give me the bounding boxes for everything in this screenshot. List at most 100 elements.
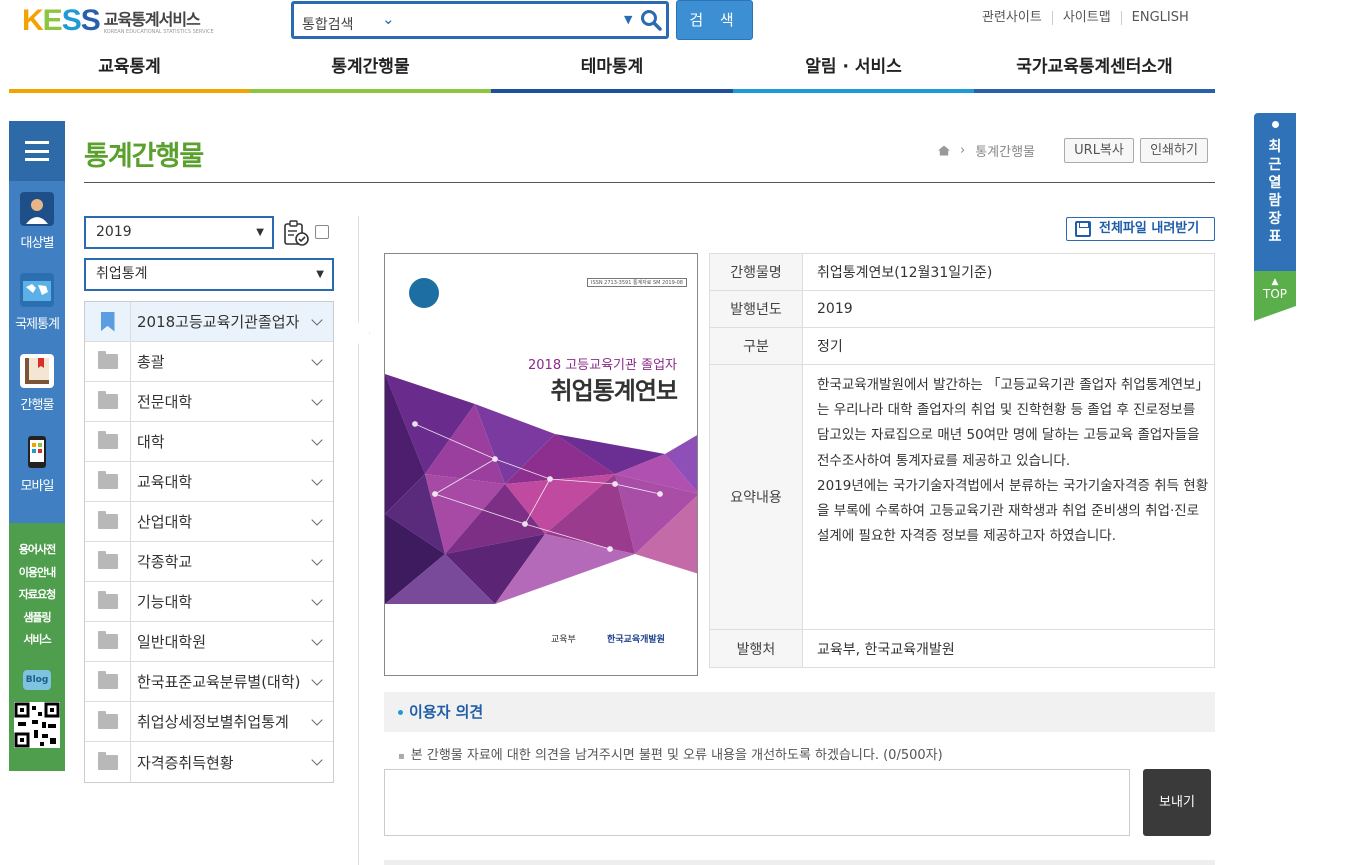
quick-item-target[interactable]: 대상별: [9, 181, 65, 262]
nav-label: 알림 · 서비스: [805, 57, 902, 77]
tree-item[interactable]: 기능대학: [85, 581, 333, 622]
bottom-strip: [384, 860, 1215, 865]
top-label: TOP: [1262, 287, 1287, 301]
info-value: 정기: [817, 339, 843, 355]
quick-link-request[interactable]: 자료요청: [9, 584, 65, 607]
chevron-down-icon[interactable]: [311, 594, 323, 606]
quick-item-publications[interactable]: 간행물: [9, 343, 65, 424]
quick-link-sampling[interactable]: 샘플링: [9, 607, 65, 630]
search-box[interactable]: 통합검색 ⌄ ▼: [291, 1, 669, 39]
search-icon[interactable]: [639, 8, 663, 32]
tree-item[interactable]: 2018고등교육기관졸업자: [85, 301, 333, 342]
tree-item[interactable]: 각종학교: [85, 541, 333, 582]
hamburger-icon: [25, 141, 49, 161]
top-button[interactable]: ▲ TOP: [1254, 271, 1296, 321]
search-scope-select[interactable]: 통합검색: [302, 14, 354, 34]
chevron-down-icon[interactable]: [311, 434, 323, 446]
tree-item[interactable]: 취업상세정보별취업통계: [85, 701, 333, 742]
tree-label: 총괄: [137, 353, 165, 371]
info-key: 구분: [710, 328, 803, 364]
world-map-icon: [20, 273, 54, 307]
info-row: 발행처 교육부, 한국교육개발원: [710, 630, 1214, 667]
chevron-down-icon[interactable]: [311, 354, 323, 366]
chevron-down-icon[interactable]: [311, 314, 323, 326]
folder-icon: [97, 551, 118, 569]
chevron-down-icon[interactable]: [311, 714, 323, 726]
opinion-textarea[interactable]: [384, 769, 1130, 836]
url-copy-button[interactable]: URL복사: [1064, 138, 1134, 163]
bullet-icon: [398, 710, 403, 715]
year-select[interactable]: 2019 ▼: [84, 216, 274, 249]
site-logo[interactable]: KESS 교육통계서비스 KOREAN EDUCATIONAL STATISTI…: [22, 6, 214, 36]
tree-item[interactable]: 총괄: [85, 341, 333, 382]
dropdown-triangle-icon[interactable]: ▼: [624, 13, 632, 26]
link-english[interactable]: ENGLISH: [1120, 11, 1189, 25]
clipboard-check-icon[interactable]: [282, 219, 310, 247]
folder-icon: [97, 671, 118, 689]
home-icon[interactable]: [938, 145, 950, 156]
quick-link-guide[interactable]: 이용안내: [9, 562, 65, 585]
logo-en: KOREAN EDUCATIONAL STATISTICS SERVICE: [103, 29, 214, 35]
nav-label: 국가교육통계센터소개: [1016, 57, 1173, 77]
nav-bar: [974, 89, 1215, 93]
chevron-down-icon[interactable]: [311, 754, 323, 766]
link-sitemap[interactable]: 사이트맵: [1051, 11, 1121, 25]
recent-viewed-button[interactable]: 최근열람장표: [1254, 113, 1296, 271]
tree-item[interactable]: 대학: [85, 421, 333, 462]
search-button[interactable]: 검 색: [676, 0, 753, 40]
blog-icon[interactable]: Blog: [23, 669, 51, 690]
tree-label: 각종학교: [137, 553, 193, 571]
quick-link-glossary[interactable]: 용어사전: [9, 539, 65, 562]
book-icon: [20, 354, 54, 388]
info-key: 요약내용: [710, 365, 803, 629]
opinion-header: 이용자 의견: [384, 692, 1215, 732]
quick-item-mobile[interactable]: 모바일: [9, 424, 65, 505]
tree-label: 대학: [137, 433, 165, 451]
qr-code-icon[interactable]: [14, 701, 60, 748]
quick-label: 국제통계: [15, 317, 60, 332]
download-all-button[interactable]: 전체파일 내려받기: [1066, 217, 1215, 241]
menu-button[interactable]: [9, 121, 65, 181]
folder-icon: [97, 511, 118, 529]
chevron-down-icon[interactable]: [311, 674, 323, 686]
chevron-down-icon[interactable]: [311, 394, 323, 406]
logo-mark: KESS: [22, 4, 101, 37]
chevron-down-icon[interactable]: [311, 554, 323, 566]
category-select[interactable]: 취업통계 ▼: [84, 258, 334, 291]
nav-publications[interactable]: 통계간행물: [250, 50, 491, 93]
folder-icon: [97, 351, 118, 369]
link-related-sites[interactable]: 관련사이트: [982, 11, 1052, 25]
tree-label: 산업대학: [137, 513, 193, 531]
select-checkbox[interactable]: [315, 225, 329, 239]
nav-label: 테마통계: [580, 57, 644, 77]
folder-icon: [97, 751, 118, 770]
tree-item[interactable]: 전문대학: [85, 381, 333, 422]
tree-item[interactable]: 일반대학원: [85, 621, 333, 662]
chevron-down-icon[interactable]: [311, 474, 323, 486]
mobile-icon: [20, 435, 54, 469]
selection-pointer: [358, 322, 370, 344]
print-button[interactable]: 인쇄하기: [1140, 138, 1208, 163]
tree-item[interactable]: 자격증취득현황: [85, 742, 333, 782]
info-row: 간행물명 취업통계연보(12월31일기준): [710, 254, 1214, 291]
dropdown-triangle-icon: ▼: [316, 269, 324, 280]
tree-label: 전문대학: [137, 393, 193, 411]
quick-item-international[interactable]: 국제통계: [9, 262, 65, 343]
quick-link-service[interactable]: 서비스: [9, 629, 65, 652]
folder-icon: [97, 431, 118, 449]
chevron-down-icon[interactable]: [311, 514, 323, 526]
tree-item[interactable]: 한국표준교육분류별(대학): [85, 661, 333, 702]
nav-theme-stats[interactable]: 테마통계: [491, 50, 733, 93]
nav-edu-stats[interactable]: 교육통계: [9, 50, 250, 93]
nav-center-intro[interactable]: 국가교육통계센터소개: [974, 50, 1215, 93]
logo-name: 교육통계서비스: [103, 10, 201, 29]
tree-item[interactable]: 산업대학: [85, 501, 333, 542]
nav-notice-service[interactable]: 알림 · 서비스: [733, 50, 974, 93]
chevron-down-icon[interactable]: ⌄: [382, 10, 395, 28]
cover-art: [385, 374, 697, 604]
tree-label: 기능대학: [137, 593, 193, 611]
chevron-down-icon[interactable]: [311, 634, 323, 646]
send-button[interactable]: 보내기: [1143, 769, 1211, 836]
breadcrumb-current[interactable]: 통계간행물: [975, 141, 1035, 160]
tree-item[interactable]: 교육대학: [85, 461, 333, 502]
